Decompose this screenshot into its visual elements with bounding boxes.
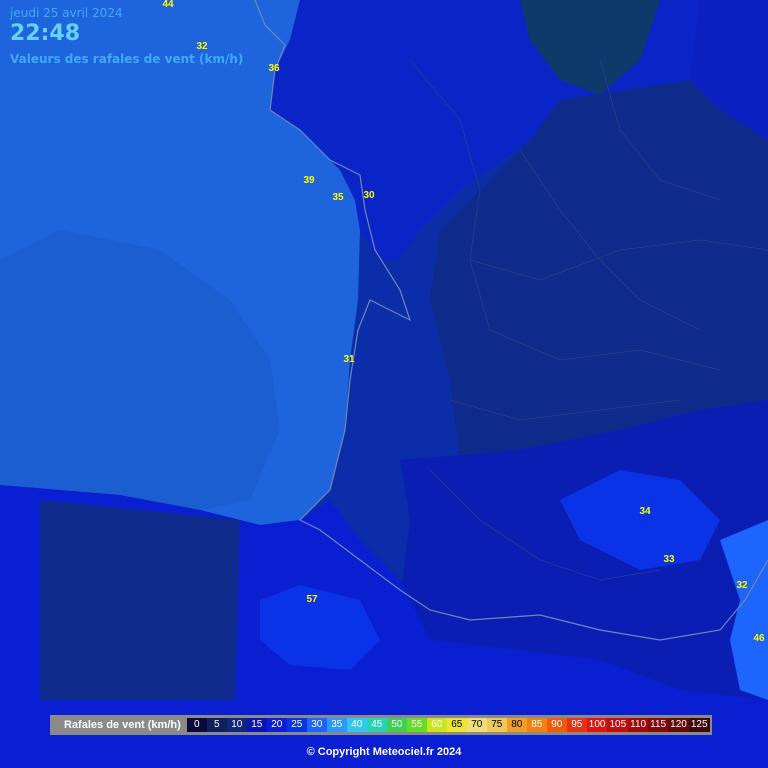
legend-cell: 65 bbox=[446, 718, 467, 732]
legend-cell: 100 bbox=[586, 718, 608, 732]
station-value: 34 bbox=[639, 506, 651, 517]
legend-scale: 0 5 10 15 20 25 30 35 40 45 50 55 60 65 70 75 80 85 90 95 10… bbox=[186, 718, 710, 732]
station-value: 39 bbox=[303, 175, 315, 186]
legend-cell: 20 bbox=[266, 718, 287, 732]
legend-cell: 95 bbox=[566, 718, 587, 732]
legend-cell: 125 bbox=[688, 718, 710, 732]
map-subtitle: Valeurs des rafales de vent (km/h) bbox=[10, 52, 244, 66]
station-value: 44 bbox=[162, 0, 174, 10]
station-value: 33 bbox=[663, 554, 675, 565]
legend-cell: 70 bbox=[466, 718, 487, 732]
legend-cell: 25 bbox=[286, 718, 307, 732]
station-value: 36 bbox=[268, 63, 280, 74]
copyright-text: © Copyright Meteociel.fr 2024 bbox=[306, 746, 462, 758]
legend-cell: 80 bbox=[506, 718, 527, 732]
station-value: 32 bbox=[736, 580, 748, 591]
station-value: 31 bbox=[343, 354, 355, 365]
forecast-time: 22:48 bbox=[10, 21, 81, 46]
forecast-date: jeudi 25 avril 2024 bbox=[10, 6, 123, 20]
legend-cell: 40 bbox=[346, 718, 367, 732]
legend-cell: 105 bbox=[607, 718, 629, 732]
legend-cell: 85 bbox=[526, 718, 547, 732]
legend-cell: 15 bbox=[246, 718, 267, 732]
legend-cell: 110 bbox=[628, 718, 649, 732]
legend-cell: 120 bbox=[668, 718, 689, 732]
spain-dark-zone bbox=[40, 500, 240, 700]
station-value: 35 bbox=[332, 192, 344, 203]
legend-cell: 75 bbox=[486, 718, 507, 732]
legend-title: Rafales de vent (km/h) bbox=[64, 719, 181, 731]
legend-cell: 45 bbox=[366, 718, 387, 732]
legend-cell: 30 bbox=[306, 718, 327, 732]
station-value: 32 bbox=[196, 41, 208, 52]
legend-cell: 10 bbox=[226, 718, 247, 732]
legend-cell: 50 bbox=[386, 718, 407, 732]
legend-cell: 5 bbox=[206, 718, 227, 732]
legend-cell: 35 bbox=[326, 718, 347, 732]
legend-cell: 115 bbox=[648, 718, 669, 732]
station-value: 57 bbox=[306, 594, 318, 605]
station-value: 30 bbox=[363, 190, 375, 201]
station-value: 46 bbox=[753, 633, 765, 644]
legend-cell: 55 bbox=[406, 718, 427, 732]
wind-gust-map: 44 32 36 39 35 30 31 34 33 32 46 57 bbox=[0, 0, 768, 768]
legend-cell: 90 bbox=[546, 718, 567, 732]
legend-cell: 60 bbox=[426, 718, 447, 732]
legend-cell: 0 bbox=[186, 718, 207, 732]
color-legend: Rafales de vent (km/h) 0 5 10 15 20 25 30 35 40 4… bbox=[50, 715, 712, 735]
